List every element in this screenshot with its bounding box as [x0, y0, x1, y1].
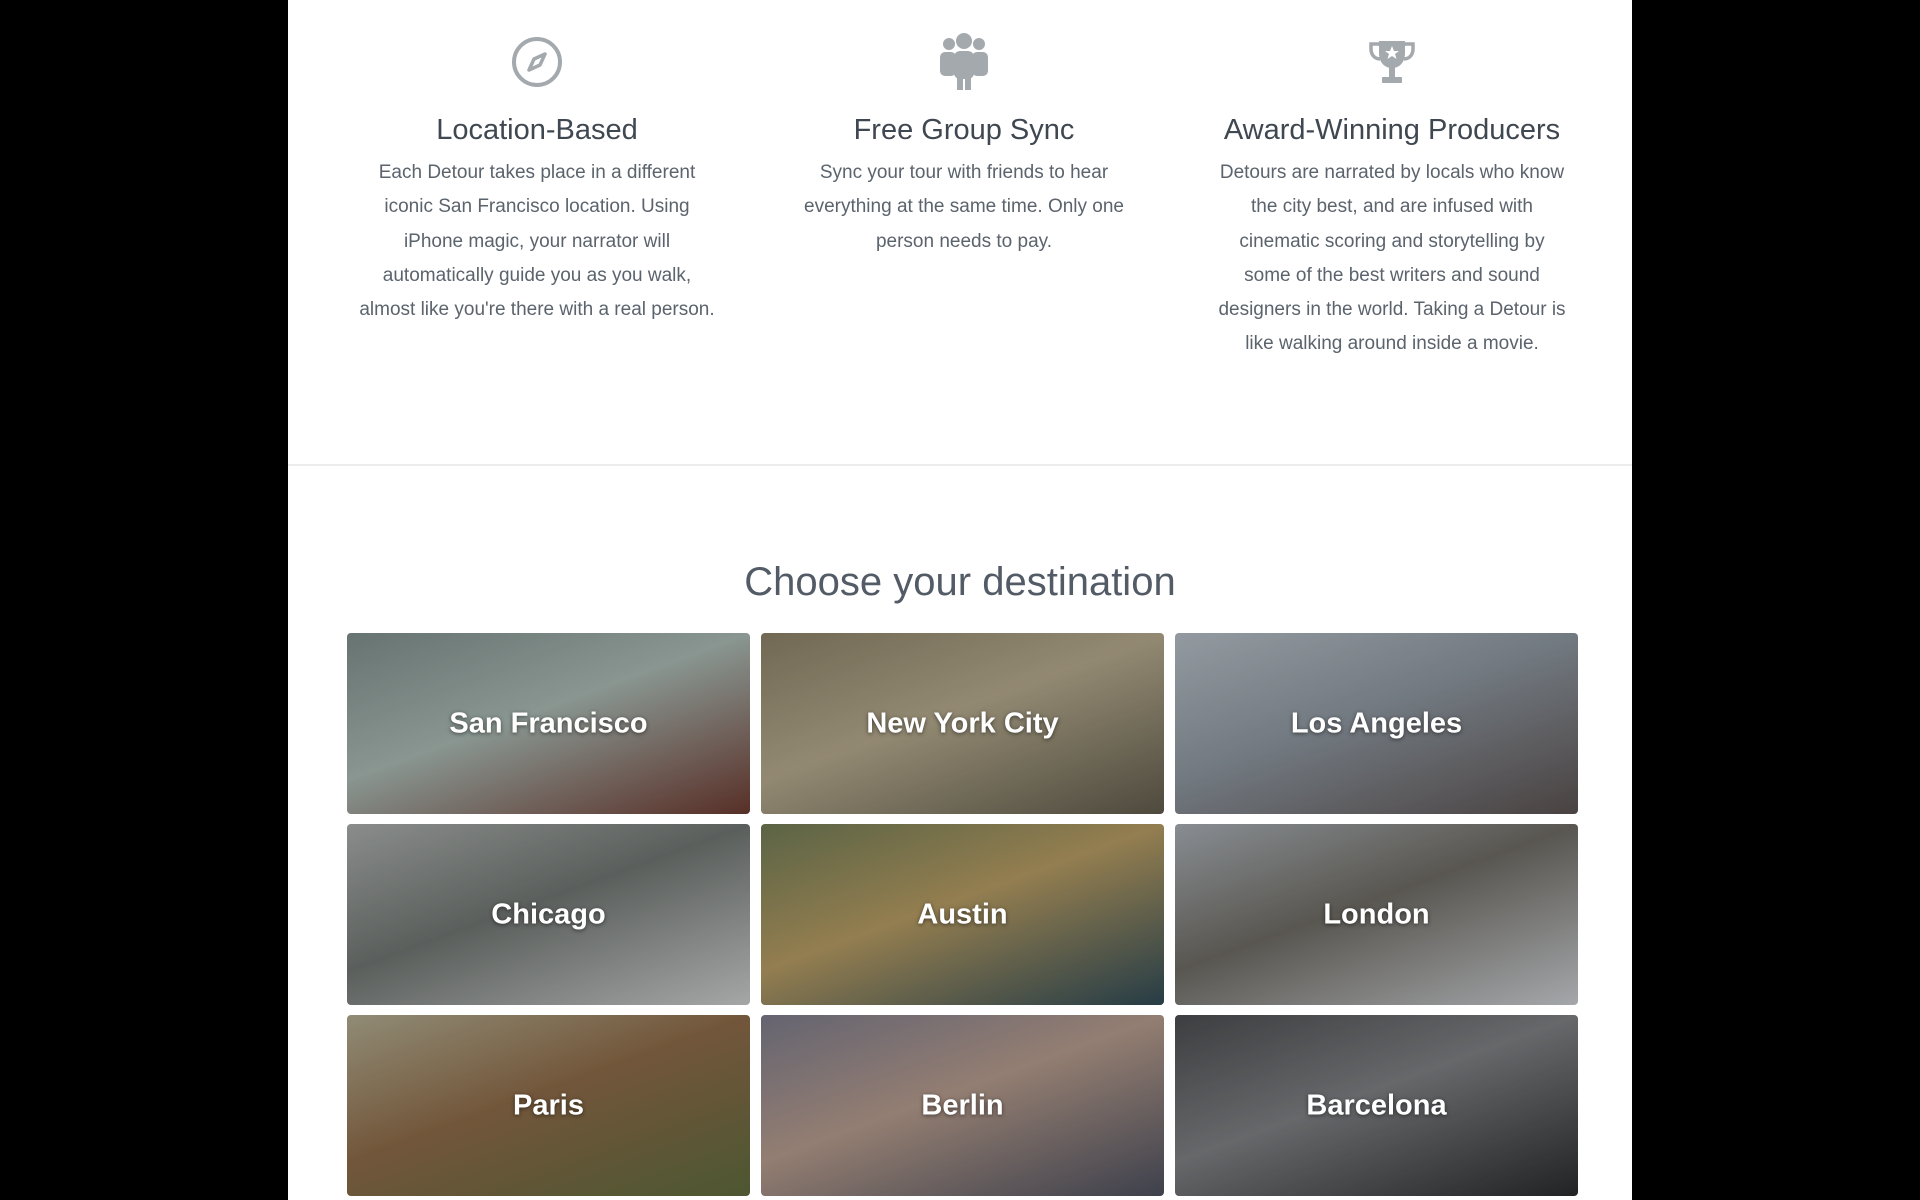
tile-label: Barcelona — [1306, 1089, 1447, 1121]
features-section: Location-Based Each Detour takes place i… — [347, 0, 1572, 464]
feature-description: Each Detour takes place in a different i… — [347, 156, 727, 327]
feature-title: Free Group Sync — [853, 114, 1075, 146]
description-line: designers in the world. Taking a Detour … — [1218, 299, 1566, 321]
description-line: Sync your tour with friends to hear — [819, 162, 1109, 183]
description-line: person needs to pay. — [875, 230, 1053, 252]
page: Location-Based Each Detour takes place i… — [288, 0, 1632, 1200]
destination-tile-san-francisco[interactable]: San Francisco — [347, 633, 750, 814]
tile-label: San Francisco — [449, 707, 648, 739]
tile-label: London — [1323, 898, 1430, 930]
feature-description: Sync your tour with friends to hear ever… — [774, 156, 1154, 259]
destination-tile-los-angeles[interactable]: Los Angeles — [1175, 633, 1578, 814]
feature-description: Detours are narrated by locals who know … — [1202, 156, 1582, 362]
feature-title: Location-Based — [436, 114, 638, 146]
destination-tile-paris[interactable]: Paris — [347, 1015, 750, 1196]
destination-tile-barcelona[interactable]: Barcelona — [1175, 1015, 1578, 1196]
description-line: some of the best writers and sound — [1244, 264, 1540, 286]
destination-tile-austin[interactable]: Austin — [761, 824, 1164, 1005]
tile-label: Paris — [513, 1089, 584, 1121]
tile-label: Chicago — [491, 898, 606, 930]
tile-label: Los Angeles — [1290, 707, 1463, 739]
description-line: Each Detour takes place in a different — [378, 162, 696, 183]
description-line: automatically guide you as you walk, — [382, 264, 692, 286]
trophy-icon — [1360, 30, 1424, 94]
destination-grid: San Francisco New York City Los Angeles … — [347, 633, 1578, 1200]
description-line: like walking around inside a movie. — [1245, 333, 1539, 355]
destination-tile-chicago[interactable]: Chicago — [347, 824, 750, 1005]
destination-tile-london[interactable]: London — [1175, 824, 1578, 1005]
destination-tile-new-york-city[interactable]: New York City — [761, 633, 1164, 814]
description-line: iconic San Francisco location. Using — [384, 196, 690, 218]
description-line: cinematic scoring and storytelling by — [1239, 230, 1545, 252]
feature-title: Award-Winning Producers — [1223, 114, 1561, 146]
section-divider — [288, 464, 1632, 466]
tile-label: Austin — [917, 898, 1008, 930]
description-line: everything at the same time. Only one — [804, 196, 1124, 218]
description-line: almost like you're there with a real per… — [359, 299, 715, 321]
destination-tile-berlin[interactable]: Berlin — [761, 1015, 1164, 1196]
compass-icon — [505, 30, 569, 94]
tile-label: New York City — [866, 707, 1059, 739]
destinations-title: Choose your destination — [744, 560, 1176, 604]
tile-label: Berlin — [921, 1089, 1004, 1121]
description-line: Detours are narrated by locals who know — [1219, 162, 1565, 183]
description-line: the city best, and are infused with — [1251, 196, 1533, 218]
group-icon — [932, 30, 996, 94]
description-line: iPhone magic, your narrator will — [403, 230, 671, 252]
